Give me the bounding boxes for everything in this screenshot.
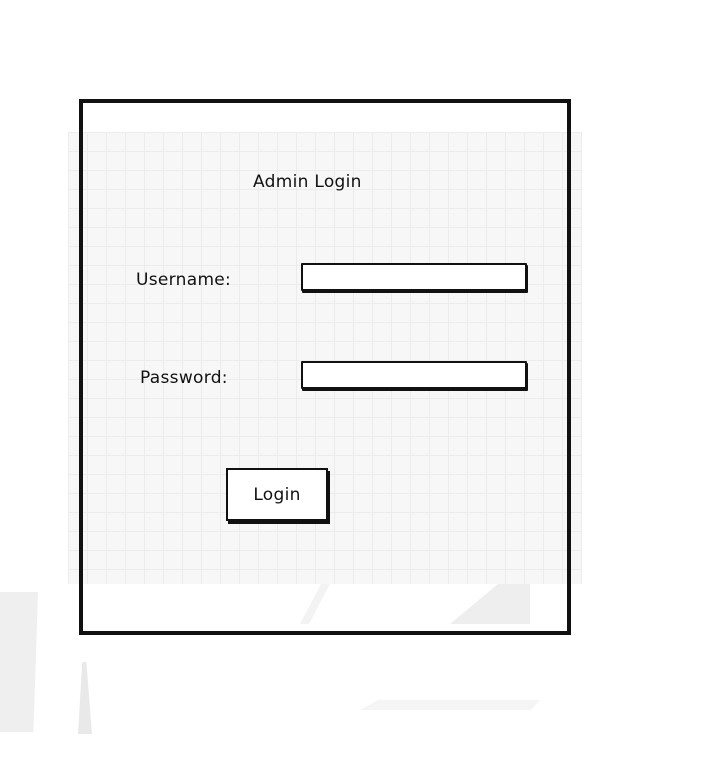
username-label: Username: (136, 270, 232, 290)
username-field[interactable] (301, 263, 527, 291)
background-shape (0, 592, 38, 732)
background-shape (360, 700, 540, 710)
password-label: Password: (140, 368, 228, 388)
password-field[interactable] (301, 361, 527, 389)
login-button[interactable]: Login (226, 468, 328, 521)
background-shape (78, 662, 92, 734)
page-title: Admin Login (253, 172, 362, 192)
